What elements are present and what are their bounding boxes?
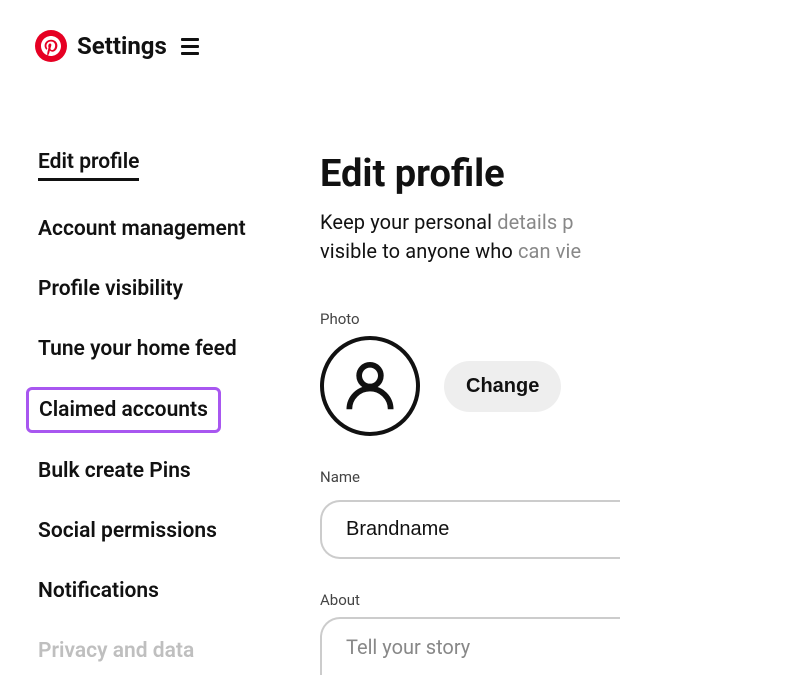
about-label: About — [320, 591, 793, 609]
photo-section: Photo Change — [320, 310, 793, 436]
sidebar-item-account-management[interactable]: Account management — [38, 217, 246, 241]
sidebar-item-profile-visibility[interactable]: Profile visibility — [38, 277, 183, 301]
page-subtitle: Keep your personal details p visible to … — [320, 208, 793, 266]
sidebar-item-edit-profile[interactable]: Edit profile — [38, 150, 139, 181]
header-title: Settings — [77, 32, 167, 60]
about-section: About Tell your story — [320, 591, 793, 675]
pinterest-logo-icon[interactable] — [35, 30, 67, 62]
sidebar-item-bulk-create-pins[interactable]: Bulk create Pins — [38, 459, 191, 483]
sidebar-item-social-permissions[interactable]: Social permissions — [38, 519, 217, 543]
name-section: Name — [320, 468, 793, 559]
sidebar-item-notifications[interactable]: Notifications — [38, 579, 159, 603]
sidebar-item-tune-home-feed[interactable]: Tune your home feed — [38, 337, 237, 361]
about-input[interactable]: Tell your story — [320, 617, 620, 675]
header: Settings — [0, 0, 793, 62]
avatar[interactable] — [320, 336, 420, 436]
sidebar-item-claimed-accounts[interactable]: Claimed accounts — [26, 387, 221, 433]
name-input[interactable] — [320, 500, 620, 559]
name-label: Name — [320, 468, 793, 486]
page-title: Edit profile — [320, 152, 793, 196]
sidebar-item-privacy-data[interactable]: Privacy and data — [38, 639, 194, 663]
photo-label: Photo — [320, 310, 793, 328]
main-content: Edit profile Keep your personal details … — [320, 150, 793, 675]
hamburger-menu-icon[interactable] — [181, 38, 199, 55]
change-photo-button[interactable]: Change — [444, 361, 561, 412]
sidebar: Edit profile Account management Profile … — [0, 150, 320, 675]
